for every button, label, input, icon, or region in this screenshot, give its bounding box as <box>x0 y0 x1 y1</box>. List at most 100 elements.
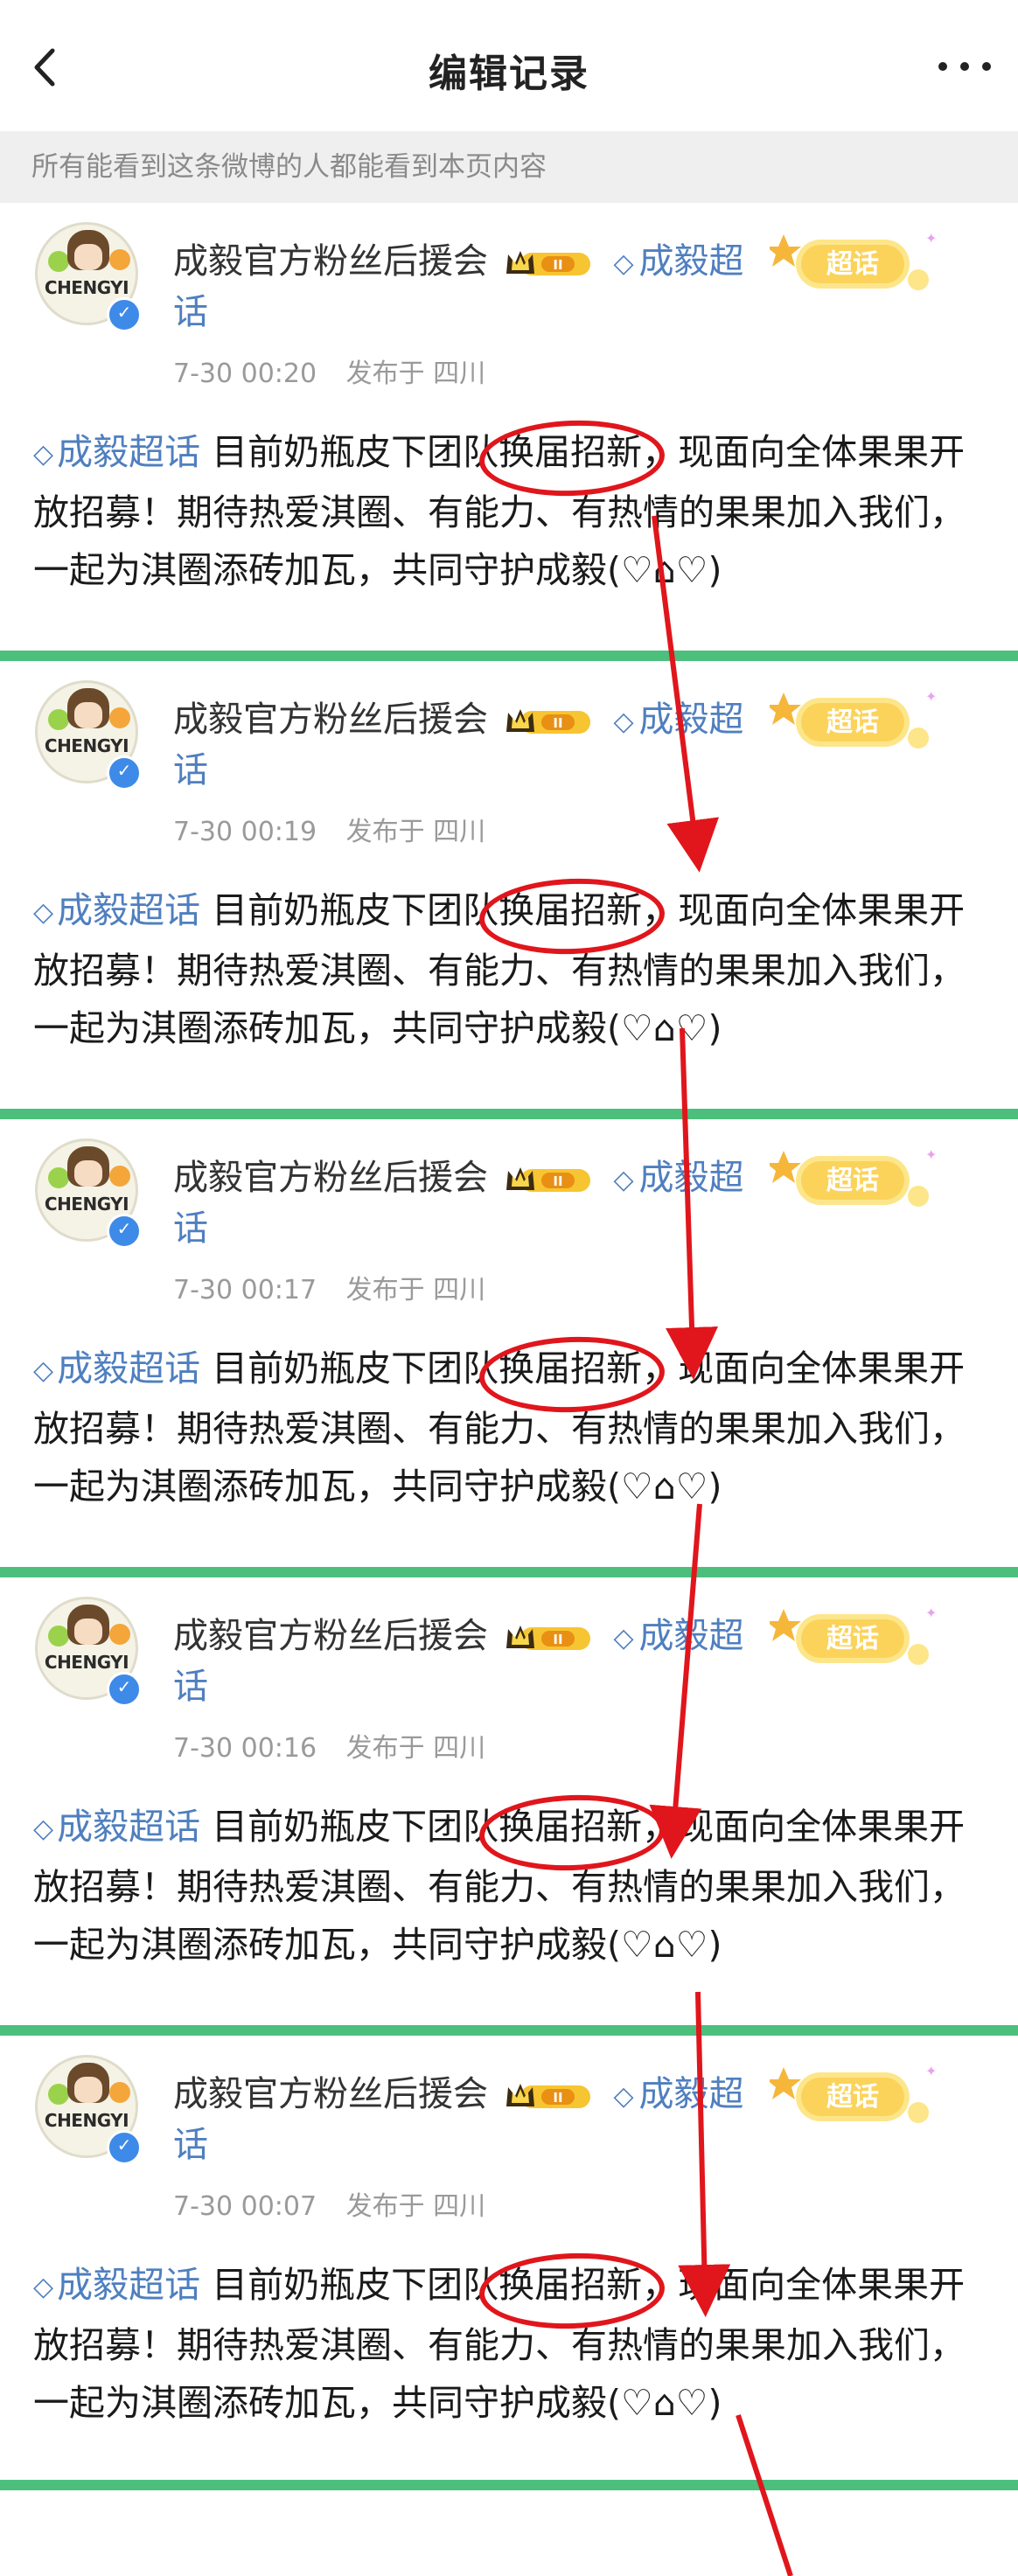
diamond-icon: ◇ <box>613 1164 634 1195</box>
super-topic-link-wrap[interactable]: 话 <box>173 741 208 792</box>
svg-text:II: II <box>553 1173 562 1189</box>
svg-text:✦: ✦ <box>925 688 937 705</box>
svg-text:✦: ✦ <box>925 230 937 247</box>
super-topic-link-wrap[interactable]: 话 <box>173 283 208 334</box>
super-topic-badge[interactable]: 超话 ✦ <box>770 686 945 759</box>
edit-history-list: CHENGYI ✓ 成毅官方粉丝后援会 II ◇ 成毅超 话 超话 ✦ 7-30 … <box>0 203 1018 2490</box>
diamond-icon: ◇ <box>613 1622 634 1654</box>
super-topic-link-wrap[interactable]: 话 <box>173 1200 208 1250</box>
edit-history-item[interactable]: CHENGYI ✓ 成毅官方粉丝后援会 II ◇ 成毅超 话 超话 ✦ 7-30 … <box>0 1119 1018 1577</box>
page-title: 编辑记录 <box>429 52 589 96</box>
svg-text:✦: ✦ <box>925 2063 937 2079</box>
fan-level-crown-icon: II <box>506 709 590 734</box>
badge-label: 超话 <box>826 1166 879 1196</box>
edit-timestamp: 7-30 00:20 <box>173 359 317 389</box>
red-circle-annotation <box>478 417 666 499</box>
super-topic-link-wrap[interactable]: 话 <box>173 2116 208 2167</box>
super-topic-link-wrap[interactable]: 话 <box>173 1658 208 1709</box>
account-name[interactable]: 成毅官方粉丝后援会 <box>173 2074 488 2114</box>
super-topic-tag[interactable]: ◇成毅超话 <box>33 889 200 931</box>
diamond-icon: ◇ <box>33 1355 54 1386</box>
highlighted-phrase: 换届招新 <box>478 1333 666 1416</box>
diamond-icon: ◇ <box>613 2080 634 2112</box>
super-topic-tag[interactable]: ◇成毅超话 <box>33 2264 200 2306</box>
verified-badge-icon: ✓ <box>107 2130 142 2165</box>
account-name[interactable]: 成毅官方粉丝后援会 <box>173 1616 488 1656</box>
verified-badge-icon: ✓ <box>107 297 142 332</box>
highlighted-phrase: 换届招新 <box>478 417 666 499</box>
post-content: ◇成毅超话 目前奶瓶皮下团队 换届招新，现面向全体果果开放招募！期待热爱淇圈、有能… <box>33 417 987 599</box>
post-location: 发布于 四川 <box>345 1733 486 1764</box>
super-topic-link[interactable]: ◇ 成毅超 <box>613 1158 743 1198</box>
edit-history-item[interactable]: CHENGYI ✓ 成毅官方粉丝后援会 II ◇ 成毅超 话 超话 ✦ 7-30 … <box>0 1577 1018 2036</box>
highlighted-phrase: 换届招新 <box>478 2250 666 2332</box>
post-location: 发布于 四川 <box>345 359 486 389</box>
account-name[interactable]: 成毅官方粉丝后援会 <box>173 241 488 282</box>
badge-label: 超话 <box>826 249 879 280</box>
super-topic-tag[interactable]: ◇成毅超话 <box>33 431 200 473</box>
avatar-text: CHENGYI <box>44 277 129 298</box>
verified-badge-icon: ✓ <box>107 1672 142 1707</box>
diamond-icon: ◇ <box>33 1814 54 1844</box>
account-name[interactable]: 成毅官方粉丝后援会 <box>173 1158 488 1198</box>
super-topic-link[interactable]: ◇ 成毅超 <box>613 2074 743 2114</box>
badge-label: 超话 <box>826 2082 879 2113</box>
super-topic-badge[interactable]: 超话 ✦ <box>770 2060 945 2134</box>
badge-label: 超话 <box>826 1624 879 1654</box>
super-topic-link[interactable]: ◇ 成毅超 <box>613 700 743 740</box>
super-topic-badge[interactable]: 超话 ✦ <box>770 227 945 301</box>
edit-timestamp: 7-30 00:07 <box>173 2191 317 2222</box>
red-circle-annotation <box>478 1333 666 1416</box>
super-topic-tag[interactable]: ◇成毅超话 <box>33 1347 200 1389</box>
edit-timestamp: 7-30 00:16 <box>173 1733 317 1764</box>
highlighted-phrase: 换届招新 <box>478 875 666 957</box>
fan-level-crown-icon: II <box>506 2084 590 2108</box>
super-topic-badge[interactable]: 超话 ✦ <box>770 1602 945 1675</box>
svg-text:II: II <box>553 1632 562 1647</box>
post-content: ◇成毅超话 目前奶瓶皮下团队 换届招新，现面向全体果果开放招募！期待热爱淇圈、有能… <box>33 875 987 1057</box>
post-content: ◇成毅超话 目前奶瓶皮下团队 换届招新，现面向全体果果开放招募！期待热爱淇圈、有能… <box>33 1792 987 1974</box>
post-location: 发布于 四川 <box>345 817 486 847</box>
red-circle-annotation <box>478 875 666 957</box>
fan-level-crown-icon: II <box>506 1626 590 1650</box>
avatar-text: CHENGYI <box>44 2110 129 2131</box>
red-circle-annotation <box>478 1792 666 1874</box>
edit-history-item[interactable]: CHENGYI ✓ 成毅官方粉丝后援会 II ◇ 成毅超 话 超话 ✦ 7-30 … <box>0 661 1018 1119</box>
post-location: 发布于 四川 <box>345 2191 486 2222</box>
verified-badge-icon: ✓ <box>107 1214 142 1249</box>
svg-text:II: II <box>553 2090 562 2106</box>
diamond-icon: ◇ <box>613 247 634 279</box>
super-topic-tag[interactable]: ◇成毅超话 <box>33 1806 200 1848</box>
highlighted-phrase: 换届招新 <box>478 1792 666 1874</box>
super-topic-link[interactable]: ◇ 成毅超 <box>613 1616 743 1656</box>
post-content: ◇成毅超话 目前奶瓶皮下团队 换届招新，现面向全体果果开放招募！期待热爱淇圈、有能… <box>33 2250 987 2432</box>
svg-text:II: II <box>553 715 562 731</box>
diamond-icon: ◇ <box>33 897 54 928</box>
edit-timestamp: 7-30 00:17 <box>173 1275 317 1305</box>
badge-label: 超话 <box>826 707 879 738</box>
fan-level-crown-icon: II <box>506 251 590 275</box>
svg-text:✦: ✦ <box>925 1605 937 1621</box>
edit-timestamp: 7-30 00:19 <box>173 817 317 847</box>
diamond-icon: ◇ <box>613 706 634 737</box>
super-topic-link[interactable]: ◇ 成毅超 <box>613 241 743 282</box>
visibility-notice: 所有能看到这条微博的人都能看到本页内容 <box>0 131 1018 203</box>
red-circle-annotation <box>478 2250 666 2332</box>
account-name[interactable]: 成毅官方粉丝后援会 <box>173 700 488 740</box>
diamond-icon: ◇ <box>33 439 54 470</box>
verified-badge-icon: ✓ <box>107 755 142 790</box>
post-location: 发布于 四川 <box>345 1275 486 1305</box>
edit-history-item[interactable]: CHENGYI ✓ 成毅官方粉丝后援会 II ◇ 成毅超 话 超话 ✦ 7-30 … <box>0 203 1018 661</box>
super-topic-badge[interactable]: 超话 ✦ <box>770 1144 945 1217</box>
diamond-icon: ◇ <box>33 2272 54 2302</box>
avatar-text: CHENGYI <box>44 735 129 756</box>
avatar-text: CHENGYI <box>44 1652 129 1673</box>
fan-level-crown-icon: II <box>506 1167 590 1192</box>
svg-text:✦: ✦ <box>925 1146 937 1163</box>
avatar-text: CHENGYI <box>44 1194 129 1215</box>
edit-history-item[interactable]: CHENGYI ✓ 成毅官方粉丝后援会 II ◇ 成毅超 话 超话 ✦ 7-30 … <box>0 2036 1018 2490</box>
top-navigation-bar: 编辑记录 <box>0 0 1018 131</box>
svg-text:II: II <box>553 257 562 273</box>
post-content: ◇成毅超话 目前奶瓶皮下团队 换届招新，现面向全体果果开放招募！期待热爱淇圈、有能… <box>33 1333 987 1515</box>
more-horizontal-icon[interactable] <box>934 58 995 75</box>
